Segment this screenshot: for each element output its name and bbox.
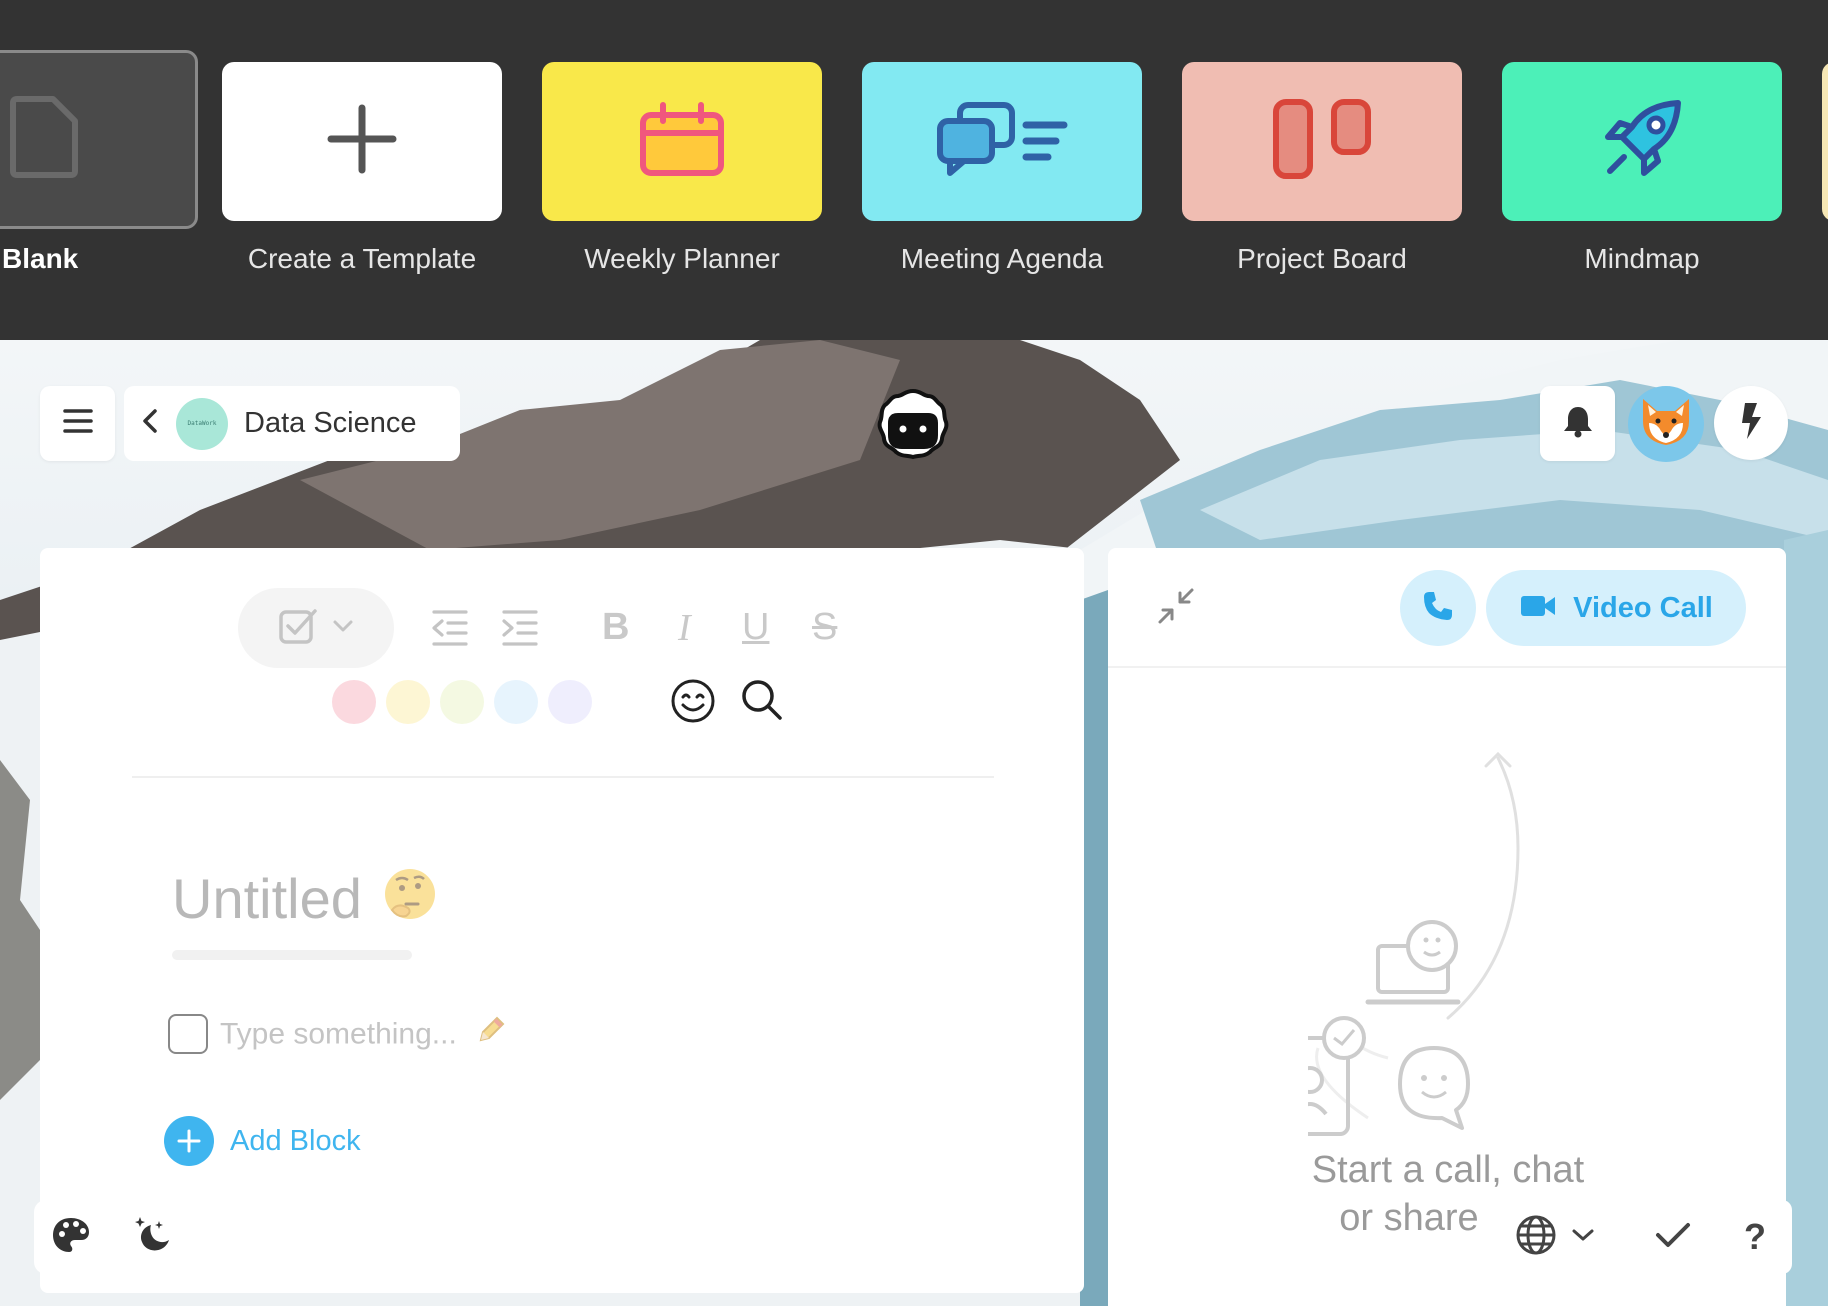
note-title[interactable]: Untitled bbox=[172, 866, 362, 931]
done-button[interactable] bbox=[1636, 1200, 1710, 1274]
fox-avatar-icon bbox=[1639, 397, 1693, 452]
italic-button[interactable]: I bbox=[678, 606, 691, 650]
color-swatch[interactable] bbox=[494, 680, 538, 724]
template-create[interactable]: Create a Template bbox=[222, 62, 502, 275]
color-swatch[interactable] bbox=[548, 680, 592, 724]
workspace-selector[interactable]: DataWork Data Science bbox=[124, 386, 460, 461]
collapse-icon[interactable] bbox=[1156, 586, 1196, 631]
chevron-down-icon bbox=[1571, 1227, 1595, 1248]
night-mode-button[interactable] bbox=[116, 1200, 190, 1274]
indent-icon[interactable] bbox=[500, 608, 540, 653]
template-mindmap-card[interactable] bbox=[1502, 62, 1782, 221]
strikethrough-button[interactable]: S bbox=[812, 606, 837, 649]
template-label: Create a Template bbox=[247, 243, 477, 274]
workspace-logo: DataWork bbox=[176, 397, 228, 450]
call-panel: Video Call Start a call, chat or share bbox=[1108, 548, 1786, 1306]
video-call-button[interactable]: Video Call bbox=[1486, 570, 1746, 646]
plus-circle-icon bbox=[164, 1116, 214, 1166]
add-block-button[interactable]: Add Block bbox=[164, 1116, 361, 1166]
kanban-columns-icon bbox=[1272, 98, 1372, 185]
template-blank-card[interactable] bbox=[0, 50, 198, 229]
hamburger-icon bbox=[62, 408, 93, 439]
lightning-bolt-icon bbox=[1739, 401, 1763, 446]
title-underline bbox=[172, 950, 412, 960]
phone-icon bbox=[1421, 589, 1455, 628]
editor-toolbar bbox=[238, 588, 394, 668]
call-header-divider bbox=[1108, 666, 1786, 668]
plus-icon bbox=[327, 104, 397, 179]
chat-bubbles-icon bbox=[934, 101, 1070, 182]
bell-icon bbox=[1562, 404, 1594, 443]
template-weekly-planner[interactable]: Weekly Planner bbox=[542, 62, 822, 275]
language-button[interactable] bbox=[1486, 1200, 1624, 1274]
notifications-button[interactable] bbox=[1540, 386, 1615, 461]
call-empty-illustration bbox=[1276, 718, 1608, 1143]
template-bar: Blank Create a Template Weekly Planner M… bbox=[0, 0, 1828, 340]
template-label: Project Board bbox=[1237, 243, 1407, 274]
search-icon[interactable] bbox=[740, 678, 784, 727]
theme-palette-button[interactable] bbox=[34, 1200, 108, 1274]
palette-icon bbox=[51, 1216, 91, 1259]
chevron-down-icon bbox=[332, 619, 354, 638]
moon-stars-icon bbox=[133, 1215, 173, 1260]
pencil-icon bbox=[475, 1014, 507, 1057]
template-mindmap[interactable]: Mindmap bbox=[1502, 62, 1782, 275]
task-placeholder: Type something... bbox=[220, 1017, 457, 1051]
workspace-name: Data Science bbox=[244, 407, 417, 439]
bold-button[interactable]: B bbox=[602, 606, 629, 649]
template-label: Weekly Planner bbox=[584, 243, 780, 274]
checkmark-icon bbox=[1655, 1221, 1691, 1254]
help-button[interactable]: ? bbox=[1718, 1200, 1792, 1274]
color-swatch[interactable] bbox=[386, 680, 430, 724]
template-next-card[interactable] bbox=[1822, 62, 1828, 221]
add-block-label: Add Block bbox=[230, 1124, 361, 1157]
rocket-icon bbox=[1600, 97, 1684, 186]
chevron-left-icon[interactable] bbox=[142, 408, 158, 439]
checkbox-icon bbox=[278, 607, 318, 650]
call-empty-line1: Start a call, chat bbox=[1311, 1149, 1585, 1191]
template-blank[interactable]: Blank bbox=[0, 50, 200, 275]
emoji-picker-icon[interactable] bbox=[670, 678, 716, 729]
calendar-icon bbox=[639, 101, 725, 182]
voice-call-button[interactable] bbox=[1400, 570, 1476, 646]
sheep-logo-icon[interactable] bbox=[874, 385, 952, 463]
template-label: Meeting Agenda bbox=[900, 243, 1104, 274]
editor-panel: B I U S Untitled Type something... Add B… bbox=[40, 548, 1084, 1293]
template-project-board-card[interactable] bbox=[1182, 62, 1462, 221]
globe-icon bbox=[1515, 1214, 1557, 1261]
task-checkbox[interactable] bbox=[168, 1014, 208, 1054]
block-type-dropdown[interactable] bbox=[238, 588, 394, 668]
video-camera-icon bbox=[1519, 593, 1557, 624]
thinking-face-icon[interactable] bbox=[382, 866, 438, 927]
outdent-icon[interactable] bbox=[430, 608, 470, 653]
task-input[interactable]: Type something... bbox=[220, 1014, 507, 1057]
menu-button[interactable] bbox=[40, 386, 115, 461]
toolbar-divider bbox=[132, 776, 994, 778]
quick-actions-button[interactable] bbox=[1714, 386, 1788, 460]
template-project-board[interactable]: Project Board bbox=[1182, 62, 1462, 275]
template-meeting-agenda[interactable]: Meeting Agenda bbox=[862, 62, 1142, 275]
template-meeting-agenda-card[interactable] bbox=[862, 62, 1142, 221]
video-call-label: Video Call bbox=[1573, 591, 1713, 624]
user-avatar[interactable] bbox=[1628, 386, 1704, 462]
color-swatch[interactable] bbox=[332, 680, 376, 724]
template-label: Mindmap bbox=[1584, 243, 1700, 274]
template-label: Blank bbox=[2, 243, 79, 274]
document-icon bbox=[9, 95, 79, 184]
template-create-card[interactable] bbox=[222, 62, 502, 221]
template-weekly-planner-card[interactable] bbox=[542, 62, 822, 221]
underline-button[interactable]: U bbox=[742, 606, 769, 649]
color-swatch[interactable] bbox=[440, 680, 484, 724]
